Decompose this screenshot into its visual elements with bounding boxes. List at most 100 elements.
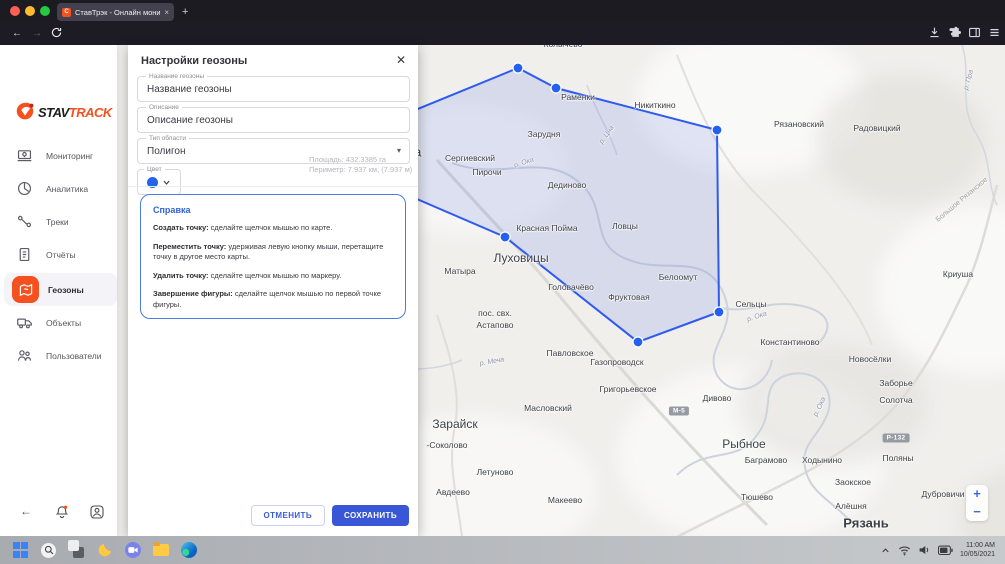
help-item: Переместить точку: удерживая левую кнопк… <box>153 242 393 263</box>
stavtrack-logo-icon <box>14 100 36 124</box>
field-label: Описание <box>146 104 182 112</box>
geofence-vertex-marker[interactable] <box>712 125 722 135</box>
start-button[interactable] <box>12 542 29 559</box>
back-button[interactable]: ← <box>12 22 22 45</box>
map-label: Зарайск <box>432 417 477 431</box>
map-label: Дивово <box>703 393 732 403</box>
window-minimize-button[interactable] <box>25 6 35 16</box>
volume-icon[interactable] <box>918 544 931 556</box>
map-label: Рыбное <box>722 437 765 451</box>
edge-button[interactable] <box>180 542 197 559</box>
account-icon[interactable] <box>89 504 105 525</box>
window-maximize-button[interactable] <box>40 6 50 16</box>
road-badge: М-5 <box>669 407 689 416</box>
chat-button[interactable] <box>124 542 141 559</box>
tab-close-icon[interactable]: × <box>164 8 169 17</box>
browser-tab[interactable]: С СтавТрэк - Онлайн мониторин × <box>57 3 174 21</box>
area-stat: Площадь: 432.3385 га <box>309 155 539 165</box>
forward-button[interactable]: → <box>32 22 42 45</box>
download-icon[interactable] <box>928 26 941 44</box>
search-icon <box>44 545 54 555</box>
windows-logo-icon <box>13 542 29 558</box>
map-label: Дединово <box>548 180 587 190</box>
tray-time: 11:00 AM <box>960 541 995 550</box>
help-box: Справка Создать точку: сделайте щелчок м… <box>140 194 406 319</box>
map-label: Тюшево <box>741 492 773 502</box>
save-button[interactable]: СОХРАНИТЬ <box>332 505 409 526</box>
file-explorer-button[interactable] <box>152 542 169 559</box>
field-label: Цвет <box>144 166 165 174</box>
tray-clock[interactable]: 11:00 AM 10/05/2021 <box>960 541 995 559</box>
geofence-vertex-marker[interactable] <box>714 307 724 317</box>
extensions-puzzle-icon[interactable] <box>948 26 961 44</box>
taskbar-search-button[interactable] <box>40 542 57 559</box>
reports-icon <box>16 246 33 263</box>
map-label: Красная Пойма <box>516 223 577 233</box>
sidebar-item-label: Геозоны <box>48 285 84 295</box>
app-logo-text: STAVTRACK <box>38 105 112 120</box>
tracks-icon <box>16 213 33 230</box>
sidebar-item-label: Мониторинг <box>46 151 93 161</box>
menu-hamburger-icon[interactable] <box>988 26 1001 44</box>
map-label: Белоомут <box>659 272 698 282</box>
geofence-vertex-marker[interactable] <box>513 63 523 73</box>
map-label: Летуново <box>477 467 514 477</box>
zoom-in-button[interactable]: + <box>973 488 981 500</box>
color-picker[interactable]: Цвет <box>137 169 181 195</box>
sidebar-item-label: Отчёты <box>46 250 76 260</box>
collapse-sidebar-arrow[interactable]: ← <box>20 504 32 518</box>
map-label: -Соколово <box>427 440 468 450</box>
sidebar-item-users[interactable]: Пользователи <box>0 339 117 372</box>
tray-date: 10/05/2021 <box>960 550 995 559</box>
edge-icon <box>181 542 197 558</box>
map-label: Ловцы <box>612 221 638 231</box>
tray-chevron-up-icon[interactable] <box>880 545 891 556</box>
new-tab-button[interactable]: + <box>182 3 188 21</box>
cancel-button[interactable]: ОТМЕНИТЬ <box>251 505 325 526</box>
sidebar-item-label: Объекты <box>46 318 81 328</box>
map-label: Фруктовая <box>608 292 649 302</box>
panel-actions: ОТМЕНИТЬ СОХРАНИТЬ <box>251 505 410 526</box>
sidebar-item-tracks[interactable]: Треки <box>0 205 117 238</box>
geozone-name-field[interactable]: Название геозоны <box>137 76 410 102</box>
map-label: Константиново <box>760 337 819 347</box>
map-label: Рязановский <box>774 119 824 129</box>
wifi-icon[interactable] <box>898 545 911 556</box>
firefox-button[interactable] <box>96 542 113 559</box>
sidebar-item-reports[interactable]: Отчёты <box>0 238 117 271</box>
taskbar-apps <box>0 542 197 559</box>
notifications-bell-icon[interactable] <box>54 504 70 525</box>
window-close-button[interactable] <box>10 6 20 16</box>
sidebar-panel-icon[interactable] <box>968 26 981 44</box>
map-label: Авдеево <box>436 487 470 497</box>
field-label: Тип области <box>146 135 189 143</box>
browser-toolbar: ← → https://www.stavtrack.online/tracks … <box>0 22 1005 45</box>
map-label: Луховицы <box>493 251 548 265</box>
map-label: Радовицкий <box>853 123 900 133</box>
objects-truck-icon <box>16 314 33 331</box>
map-label: Дубровичи <box>921 489 964 499</box>
sidebar-item-analytics[interactable]: Аналитика <box>0 172 117 205</box>
road-badge: Р-132 <box>883 434 910 443</box>
divider <box>128 186 418 187</box>
reload-button[interactable] <box>50 26 63 44</box>
geofence-vertex-marker[interactable] <box>633 337 643 347</box>
geofence-vertex-marker[interactable] <box>500 232 510 242</box>
sidebar-item-monitoring[interactable]: Мониторинг <box>0 139 117 172</box>
battery-icon[interactable] <box>938 545 953 556</box>
tab-favicon-icon: С <box>62 8 71 17</box>
zoom-out-button[interactable]: − <box>973 506 981 518</box>
description-field[interactable]: Описание <box>137 107 410 133</box>
perimeter-stat: Периметр: 7.937 км, (7.937 м) <box>309 165 539 175</box>
geofence-vertex-marker[interactable] <box>551 83 561 93</box>
sidebar-item-objects[interactable]: Объекты <box>0 306 117 339</box>
help-title: Справка <box>153 205 393 215</box>
users-icon <box>16 347 33 364</box>
sidebar-footer: ← <box>0 504 117 528</box>
task-view-button[interactable] <box>68 542 85 559</box>
map-label: пос. свх. <box>478 308 512 318</box>
map-label: Солотча <box>879 395 912 405</box>
map-zoom-control[interactable]: + − <box>966 485 988 521</box>
sidebar-item-geozones[interactable]: Геозоны <box>4 273 117 306</box>
panel-close-icon[interactable]: ✕ <box>396 53 406 67</box>
